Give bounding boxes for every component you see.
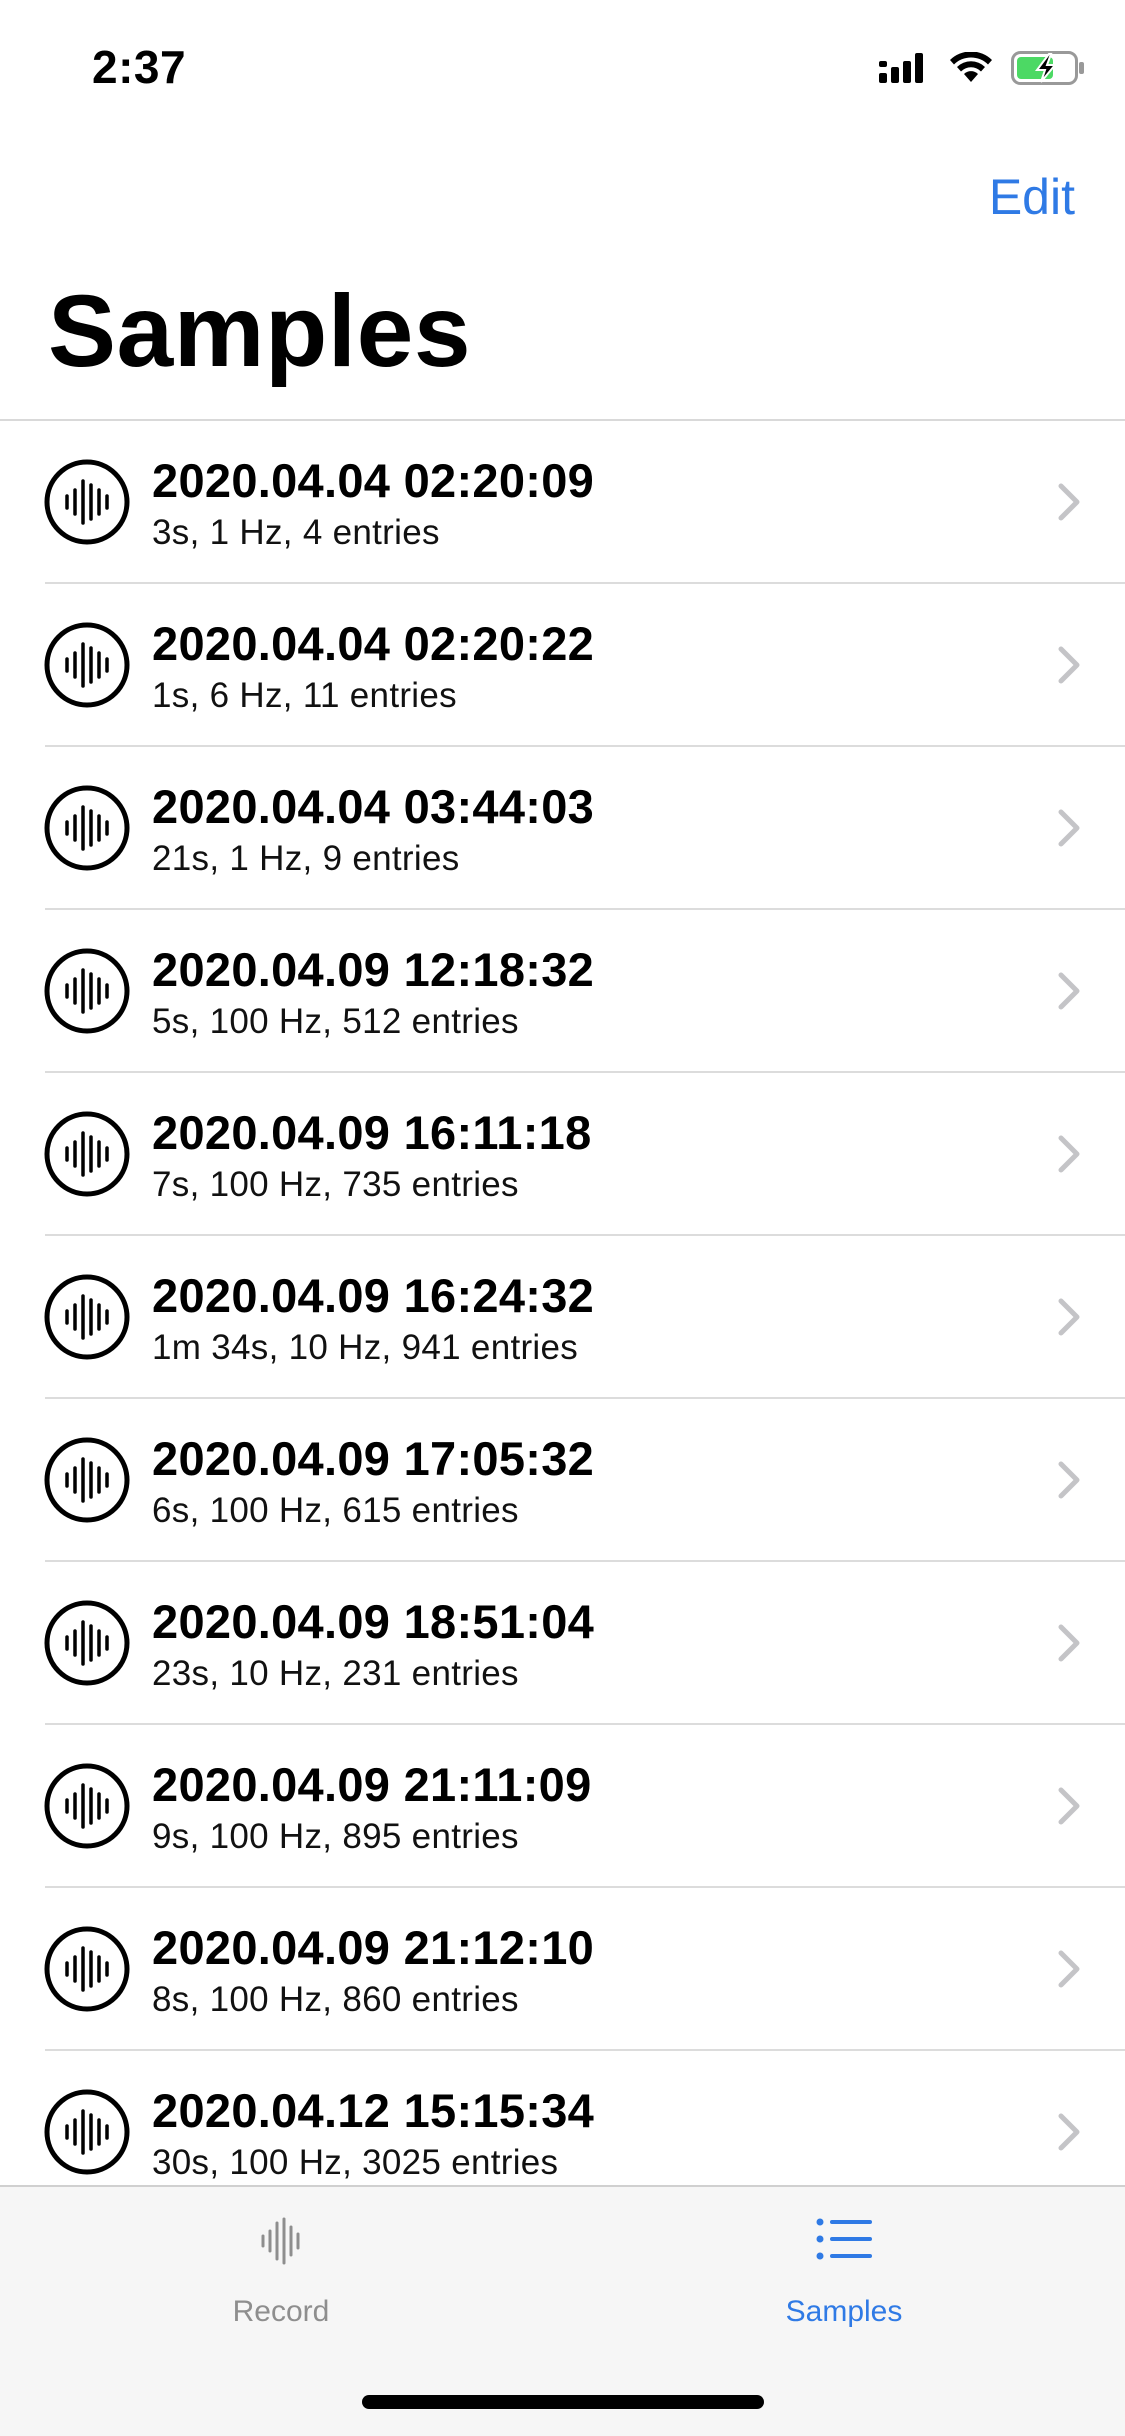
list-item[interactable]: 2020.04.09 12:18:32 5s, 100 Hz, 512 entr…	[0, 910, 1125, 1073]
list-item[interactable]: 2020.04.09 21:12:10 8s, 100 Hz, 860 entr…	[0, 1888, 1125, 2051]
list-item[interactable]: 2020.04.09 18:51:04 23s, 10 Hz, 231 entr…	[0, 1562, 1125, 1725]
status-time: 2:37	[92, 41, 187, 93]
waveform-circle-icon	[44, 785, 130, 871]
tab-samples[interactable]: Samples	[694, 2187, 994, 2347]
sample-details: 23s, 10 Hz, 231 entries	[152, 1654, 519, 1693]
tab-record-label: Record	[232, 2295, 330, 2328]
sample-details: 9s, 100 Hz, 895 entries	[152, 1817, 519, 1856]
sample-details: 3s, 1 Hz, 4 entries	[152, 513, 440, 552]
tab-samples-label: Samples	[785, 2295, 903, 2328]
waveform-circle-icon	[44, 1763, 130, 1849]
chevron-right-icon	[1058, 1624, 1080, 1662]
battery-charging-icon	[1011, 51, 1084, 85]
sample-title: 2020.04.09 16:24:32	[152, 1269, 595, 1322]
chevron-right-icon	[1058, 646, 1080, 684]
chevron-right-icon	[1058, 1950, 1080, 1988]
sample-title: 2020.04.12 15:15:34	[152, 2084, 595, 2137]
list-item[interactable]: 2020.04.04 02:20:09 3s, 1 Hz, 4 entries	[0, 421, 1125, 584]
waveform-circle-icon	[44, 1437, 130, 1523]
sample-title: 2020.04.04 02:20:22	[152, 617, 595, 670]
sample-details: 8s, 100 Hz, 860 entries	[152, 1980, 519, 2019]
edit-button[interactable]: Edit	[989, 168, 1075, 226]
sample-details: 21s, 1 Hz, 9 entries	[152, 839, 460, 878]
waveform-circle-icon	[44, 622, 130, 708]
chevron-right-icon	[1058, 1787, 1080, 1825]
tab-record[interactable]: Record	[131, 2187, 431, 2347]
sample-details: 30s, 100 Hz, 3025 entries	[152, 2143, 559, 2182]
status-icons	[879, 46, 1085, 90]
waveform-circle-icon	[44, 459, 130, 545]
sample-details: 5s, 100 Hz, 512 entries	[152, 1002, 519, 1041]
home-indicator[interactable]	[362, 2395, 764, 2409]
sample-title: 2020.04.09 21:11:09	[152, 1758, 592, 1811]
list-item[interactable]: 2020.04.09 16:24:32 1m 34s, 10 Hz, 941 e…	[0, 1236, 1125, 1399]
sample-details: 7s, 100 Hz, 735 entries	[152, 1165, 519, 1204]
waveform-circle-icon	[44, 1274, 130, 1360]
wifi-icon	[950, 52, 992, 82]
chevron-right-icon	[1058, 972, 1080, 1010]
list-icon	[816, 2218, 872, 2260]
sample-title: 2020.04.09 17:05:32	[152, 1432, 595, 1485]
sample-details: 1s, 6 Hz, 11 entries	[152, 676, 457, 715]
waveform-circle-icon	[44, 1926, 130, 2012]
sample-title: 2020.04.09 21:12:10	[152, 1921, 595, 1974]
cellular-signal-icon	[879, 53, 923, 83]
chevron-right-icon	[1058, 809, 1080, 847]
list-item[interactable]: 2020.04.04 02:20:22 1s, 6 Hz, 11 entries	[0, 584, 1125, 747]
page-title: Samples	[48, 274, 472, 388]
status-bar: 2:37	[0, 0, 1125, 132]
sample-title: 2020.04.09 18:51:04	[152, 1595, 595, 1648]
sample-title: 2020.04.04 02:20:09	[152, 454, 595, 507]
list-item[interactable]: 2020.04.09 16:11:18 7s, 100 Hz, 735 entr…	[0, 1073, 1125, 1236]
waveform-circle-icon	[44, 1600, 130, 1686]
waveform-circle-icon	[44, 948, 130, 1034]
waveform-icon	[261, 2217, 300, 2265]
sample-title: 2020.04.04 03:44:03	[152, 780, 595, 833]
chevron-right-icon	[1058, 1298, 1080, 1336]
waveform-circle-icon	[44, 1111, 130, 1197]
chevron-right-icon	[1058, 1461, 1080, 1499]
chevron-right-icon	[1058, 2113, 1080, 2151]
sample-details: 6s, 100 Hz, 615 entries	[152, 1491, 519, 1530]
list-item[interactable]: 2020.04.04 03:44:03 21s, 1 Hz, 9 entries	[0, 747, 1125, 910]
chevron-right-icon	[1058, 483, 1080, 521]
sample-title: 2020.04.09 12:18:32	[152, 943, 595, 996]
sample-details: 1m 34s, 10 Hz, 941 entries	[152, 1328, 579, 1367]
samples-list: 2020.04.04 02:20:09 3s, 1 Hz, 4 entries …	[0, 421, 1125, 2214]
list-item[interactable]: 2020.04.09 17:05:32 6s, 100 Hz, 615 entr…	[0, 1399, 1125, 1562]
sample-title: 2020.04.09 16:11:18	[152, 1106, 592, 1159]
list-item[interactable]: 2020.04.09 21:11:09 9s, 100 Hz, 895 entr…	[0, 1725, 1125, 1888]
chevron-right-icon	[1058, 1135, 1080, 1173]
waveform-circle-icon	[44, 2089, 130, 2175]
